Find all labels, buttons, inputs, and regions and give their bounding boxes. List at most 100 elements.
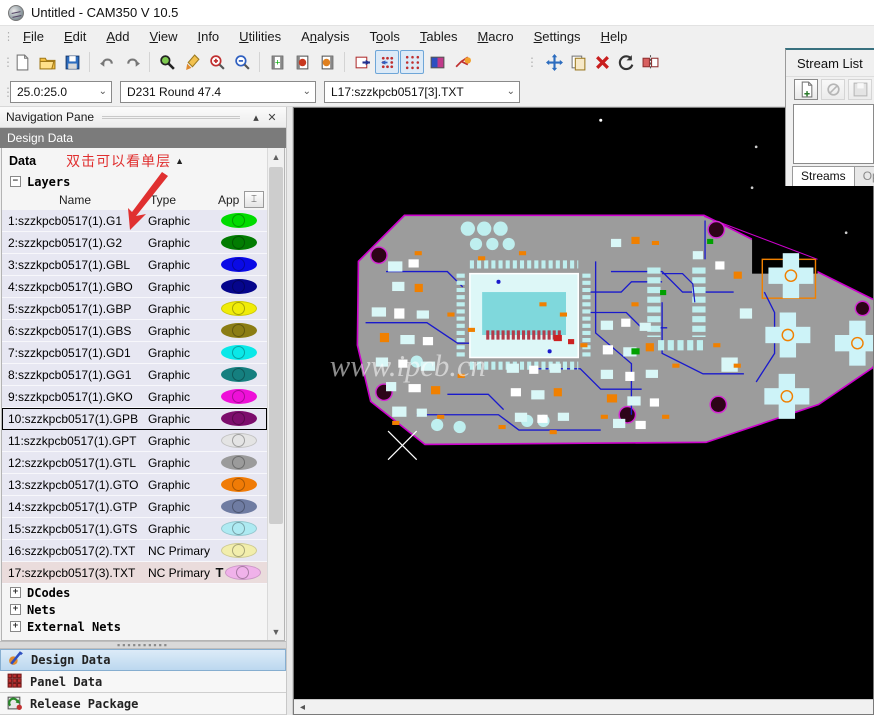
menu-item-view[interactable]: View	[141, 27, 187, 46]
scrollbar-track[interactable]	[268, 165, 284, 623]
layer-row[interactable]: 3:szzkpcb0517(1).GBLGraphicT	[2, 254, 267, 276]
tree-node-external-nets[interactable]: +External Nets	[2, 618, 267, 635]
delete-icon[interactable]	[590, 50, 614, 74]
layer-color-swatch[interactable]	[221, 433, 257, 448]
layer-row[interactable]: 17:szzkpcb0517(3).TXTNC PrimaryT	[2, 562, 267, 584]
color-table-icon[interactable]	[425, 50, 449, 74]
scroll-up-icon[interactable]: ▲	[268, 148, 284, 165]
layer-color-swatch[interactable]	[221, 235, 257, 250]
save-icon[interactable]	[60, 50, 84, 74]
active-layer-select[interactable]: L17:szzkpcb0517[3].TXT ⌄	[324, 81, 520, 103]
pane-splitter[interactable]: ▪▪▪▪▪▪▪▪▪▪	[0, 641, 286, 649]
tree-node-layers[interactable]: − Layers	[2, 173, 267, 190]
menu-item-add[interactable]: Add	[97, 27, 138, 46]
layer-color-swatch[interactable]	[225, 565, 261, 580]
menu-item-edit[interactable]: Edit	[55, 27, 95, 46]
query-item-icon[interactable]	[155, 50, 179, 74]
pcb-canvas[interactable]: www.ipcb.cn	[294, 108, 873, 699]
expand-node-icon[interactable]: +	[10, 587, 21, 598]
menu-item-tools[interactable]: Tools	[361, 27, 409, 46]
layer-row[interactable]: 8:szzkpcb0517(1).GG1GraphicT	[2, 364, 267, 386]
layer-row[interactable]: 12:szzkpcb0517(1).GTLGraphicT	[2, 452, 267, 474]
redo-icon[interactable]	[120, 50, 144, 74]
canvas-hscrollbar[interactable]: ◂	[294, 699, 873, 714]
expand-node-icon[interactable]: +	[10, 604, 21, 615]
layer-row[interactable]: 15:szzkpcb0517(1).GTSGraphicT	[2, 518, 267, 540]
close-pane-icon[interactable]: ✕	[264, 110, 280, 124]
cleanup-icon[interactable]	[180, 50, 204, 74]
stream-new-button[interactable]	[794, 79, 818, 100]
layer-color-swatch[interactable]	[221, 521, 257, 536]
layer-row[interactable]: 11:szzkpcb0517(1).GPTGraphicT	[2, 430, 267, 452]
menu-item-tables[interactable]: Tables	[411, 27, 467, 46]
grid-select[interactable]: 25.0:25.0 ⌄	[10, 81, 112, 103]
layer-row[interactable]: 5:szzkpcb0517(1).GBPGraphicT	[2, 298, 267, 320]
menu-item-settings[interactable]: Settings	[525, 27, 590, 46]
menu-item-macro[interactable]: Macro	[468, 27, 522, 46]
mirror-icon[interactable]	[638, 50, 662, 74]
layer-color-swatch[interactable]	[221, 279, 257, 294]
pane-button-design-data[interactable]: Design Data	[0, 649, 286, 671]
scroll-down-icon[interactable]: ▼	[268, 623, 284, 640]
collapse-pane-icon[interactable]: ▴	[248, 110, 264, 124]
layer-color-swatch[interactable]	[221, 323, 257, 338]
layer-color-swatch[interactable]	[221, 213, 257, 228]
pad-edit-icon[interactable]	[350, 50, 374, 74]
layer-row[interactable]: 6:szzkpcb0517(1).GBSGraphicT	[2, 320, 267, 342]
layer-color-swatch[interactable]	[221, 477, 257, 492]
layer-row[interactable]: 4:szzkpcb0517(1).GBOGraphicT	[2, 276, 267, 298]
col-header-type[interactable]: Type	[148, 193, 210, 207]
scrollbar-thumb[interactable]	[269, 167, 283, 524]
layer-row[interactable]: 1:szzkpcb0517(1).G1GraphicT	[2, 210, 267, 232]
layer-color-swatch[interactable]	[221, 543, 257, 558]
layer-color-swatch[interactable]	[221, 345, 257, 360]
layer-color-swatch[interactable]	[221, 257, 257, 272]
tree-node-nets[interactable]: +Nets	[2, 601, 267, 618]
layer-color-swatch[interactable]	[221, 389, 257, 404]
film-copy-icon[interactable]	[315, 50, 339, 74]
copy-icon[interactable]	[566, 50, 590, 74]
layer-color-swatch[interactable]	[221, 301, 257, 316]
grid-dots-icon[interactable]	[400, 50, 424, 74]
collapse-section-icon[interactable]: ▲	[175, 156, 184, 166]
layer-row[interactable]: 7:szzkpcb0517(1).GD1GraphicT	[2, 342, 267, 364]
menu-item-analysis[interactable]: Analysis	[292, 27, 358, 46]
layer-row[interactable]: 9:szzkpcb0517(1).GKOGraphicT	[2, 386, 267, 408]
collapse-node-icon[interactable]: −	[10, 176, 21, 187]
layer-color-swatch[interactable]	[221, 455, 257, 470]
tree-node-dcodes[interactable]: +DCodes	[2, 584, 267, 601]
pane-button-release-package[interactable]: Release Package	[0, 693, 286, 715]
layer-row[interactable]: 10:szzkpcb0517(1).GPBGraphicT	[2, 408, 267, 430]
stream-list-box[interactable]	[793, 104, 874, 164]
rotate-icon[interactable]	[614, 50, 638, 74]
new-file-icon[interactable]	[10, 50, 34, 74]
data-section-row[interactable]: Data 双击可以看单层 ▲	[2, 148, 267, 173]
pane-button-panel-data[interactable]: Panel Data	[0, 671, 286, 693]
column-resize-button[interactable]: ⌶	[244, 191, 264, 208]
open-file-icon[interactable]	[35, 50, 59, 74]
undo-icon[interactable]	[95, 50, 119, 74]
menu-item-help[interactable]: Help	[592, 27, 637, 46]
grid-snap-icon[interactable]	[375, 50, 399, 74]
zoom-in-icon[interactable]	[205, 50, 229, 74]
film-add-icon[interactable]: +	[265, 50, 289, 74]
move-icon[interactable]	[542, 50, 566, 74]
film-remove-icon[interactable]	[290, 50, 314, 74]
layer-color-swatch[interactable]	[221, 367, 257, 382]
net-highlight-icon[interactable]	[450, 50, 474, 74]
scroll-left-icon[interactable]: ◂	[294, 700, 311, 714]
menu-item-utilities[interactable]: Utilities	[230, 27, 290, 46]
layer-row[interactable]: 16:szzkpcb0517(2).TXTNC PrimaryT	[2, 540, 267, 562]
col-header-name[interactable]: Name	[2, 193, 148, 207]
layer-color-swatch[interactable]	[221, 411, 257, 426]
menu-item-info[interactable]: Info	[188, 27, 228, 46]
layer-row[interactable]: 2:szzkpcb0517(1).G2GraphicT	[2, 232, 267, 254]
zoom-out-icon[interactable]	[230, 50, 254, 74]
menu-item-file[interactable]: File	[14, 27, 53, 46]
expand-node-icon[interactable]: +	[10, 621, 21, 632]
layer-color-swatch[interactable]	[221, 499, 257, 514]
stream-tab-streams[interactable]: Streams	[792, 166, 855, 186]
layer-row[interactable]: 14:szzkpcb0517(1).GTPGraphicT	[2, 496, 267, 518]
layer-row[interactable]: 13:szzkpcb0517(1).GTOGraphicT	[2, 474, 267, 496]
dcode-select[interactable]: D231 Round 47.4 ⌄	[120, 81, 316, 103]
